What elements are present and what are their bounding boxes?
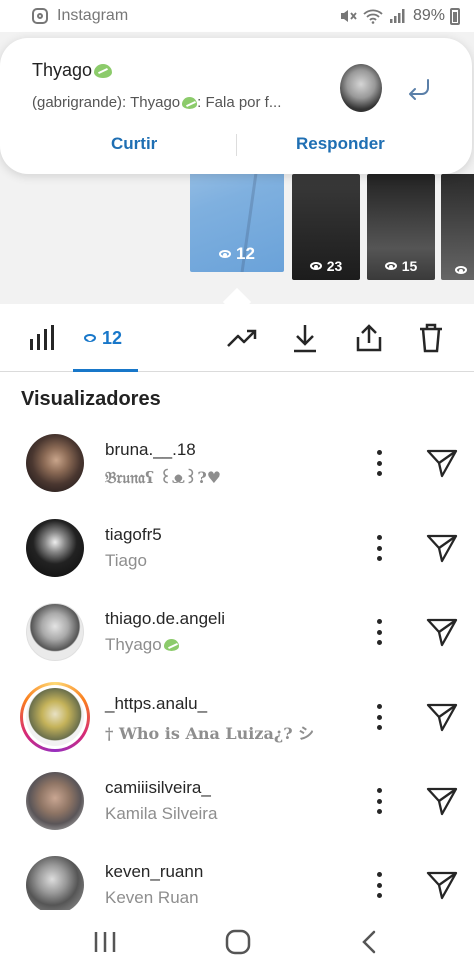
story-insights-toolbar: 12 xyxy=(0,304,474,372)
viewer-row[interactable]: camiiisilveira_ Kamila Silveira xyxy=(0,772,474,856)
mute-icon xyxy=(340,10,357,22)
send-message-icon[interactable] xyxy=(426,617,458,647)
story-thumbnail[interactable]: 15 xyxy=(367,174,435,280)
status-app-name: Instagram xyxy=(57,7,129,24)
reply-button[interactable]: Responder xyxy=(296,134,385,154)
viewer-username[interactable]: thiago.de.angeli xyxy=(105,609,225,629)
eye-icon xyxy=(384,262,397,270)
story-view-count: 12 xyxy=(236,244,255,263)
leaf-emoji-icon xyxy=(94,63,113,78)
message-notification[interactable]: Thyago (gabrigrande): Thyago : Fala por … xyxy=(0,38,472,174)
viewer-username[interactable]: keven_ruann xyxy=(105,862,203,882)
trending-button[interactable] xyxy=(226,322,258,354)
notification-text-tail: : Fala por f... xyxy=(197,94,282,111)
reply-icon[interactable] xyxy=(404,74,434,104)
viewer-display-name: Keven Ruan xyxy=(105,888,199,907)
more-options-button[interactable] xyxy=(371,704,387,730)
share-icon xyxy=(356,324,382,352)
system-navigation-bar xyxy=(0,910,474,974)
more-options-button[interactable] xyxy=(371,450,387,476)
section-title: Visualizadores xyxy=(21,388,161,410)
story-view-count: 23 xyxy=(326,258,343,274)
bar-chart-icon xyxy=(30,325,54,350)
viewer-row[interactable]: tiagofr5 Tiago xyxy=(0,519,474,603)
instagram-icon xyxy=(32,8,48,24)
avatar[interactable] xyxy=(26,519,84,577)
viewer-display-name-wrap: Thyago xyxy=(105,635,179,655)
viewer-display-name: Thyago xyxy=(105,635,162,654)
viewer-display-name: Kamila Silveira xyxy=(105,804,218,823)
trash-icon xyxy=(420,323,442,353)
send-message-icon[interactable] xyxy=(426,448,458,478)
back-icon[interactable] xyxy=(358,928,380,956)
viewer-display-name: Tiago xyxy=(105,551,147,570)
send-message-icon[interactable] xyxy=(426,702,458,732)
insights-tab[interactable] xyxy=(28,322,56,354)
viewer-username[interactable]: _https.analu_ xyxy=(105,694,207,714)
more-options-button[interactable] xyxy=(371,788,387,814)
viewer-row[interactable]: bruna.__.18 𝔅𝔯𝔲𝔫𝔞ʕ ꒰ᴥ꒱?♥ xyxy=(0,434,474,518)
viewer-display-name: 𝔅𝔯𝔲𝔫𝔞ʕ ꒰ᴥ꒱?♥ xyxy=(105,468,222,487)
viewers-tab-count: 12 xyxy=(102,327,123,348)
notification-text: (gabrigrande): Thyago xyxy=(32,94,181,111)
eye-icon xyxy=(455,266,467,274)
more-options-button[interactable] xyxy=(371,535,387,561)
notification-title: Thyago xyxy=(32,60,93,80)
notification-avatar xyxy=(340,64,382,112)
signal-icon xyxy=(389,9,405,23)
leaf-emoji-icon xyxy=(163,639,179,651)
viewer-username[interactable]: tiagofr5 xyxy=(105,525,162,545)
battery-icon xyxy=(450,7,460,25)
leaf-emoji-icon xyxy=(182,96,198,109)
more-options-button[interactable] xyxy=(371,872,387,898)
viewers-tab[interactable]: 12 xyxy=(84,322,122,354)
like-button[interactable]: Curtir xyxy=(111,134,157,154)
avatar xyxy=(26,688,84,746)
viewer-username[interactable]: camiiisilveira_ xyxy=(105,778,211,798)
send-message-icon[interactable] xyxy=(426,786,458,816)
send-message-icon[interactable] xyxy=(426,533,458,563)
status-bar: Instagram 89% xyxy=(0,0,474,32)
wifi-icon xyxy=(363,9,383,24)
avatar[interactable] xyxy=(26,772,84,830)
story-view-count: 15 xyxy=(401,258,418,274)
divider xyxy=(236,134,237,156)
story-thumbnail[interactable]: 23 xyxy=(292,174,360,280)
tab-underline xyxy=(73,369,138,372)
avatar-story-ring[interactable] xyxy=(20,682,90,752)
home-icon[interactable] xyxy=(224,928,252,956)
viewer-username[interactable]: bruna.__.18 xyxy=(105,440,196,460)
recent-apps-icon[interactable] xyxy=(92,928,118,956)
avatar[interactable] xyxy=(26,603,84,661)
download-icon xyxy=(294,325,316,353)
eye-icon xyxy=(84,334,96,342)
more-options-button[interactable] xyxy=(371,619,387,645)
battery-percent: 89% xyxy=(412,7,445,24)
viewer-display-name: † 𝐖𝐡𝐨 𝐢𝐬 𝐀𝐧𝐚 𝐋𝐮𝐢𝐳𝐚¿? シ xyxy=(105,724,315,743)
share-button[interactable] xyxy=(355,322,383,354)
eye-icon xyxy=(309,262,322,270)
viewer-row[interactable]: thiago.de.angeli Thyago xyxy=(0,603,474,687)
trending-up-icon xyxy=(227,329,257,347)
avatar[interactable] xyxy=(26,434,84,492)
download-button[interactable] xyxy=(292,322,318,354)
story-thumbnail[interactable] xyxy=(441,174,474,280)
delete-button[interactable] xyxy=(418,322,444,354)
send-message-icon[interactable] xyxy=(426,870,458,900)
viewer-row[interactable]: _https.analu_ † 𝐖𝐡𝐨 𝐢𝐬 𝐀𝐧𝐚 𝐋𝐮𝐢𝐳𝐚¿? シ xyxy=(0,682,474,772)
eye-icon xyxy=(219,250,232,258)
avatar[interactable] xyxy=(26,856,84,914)
